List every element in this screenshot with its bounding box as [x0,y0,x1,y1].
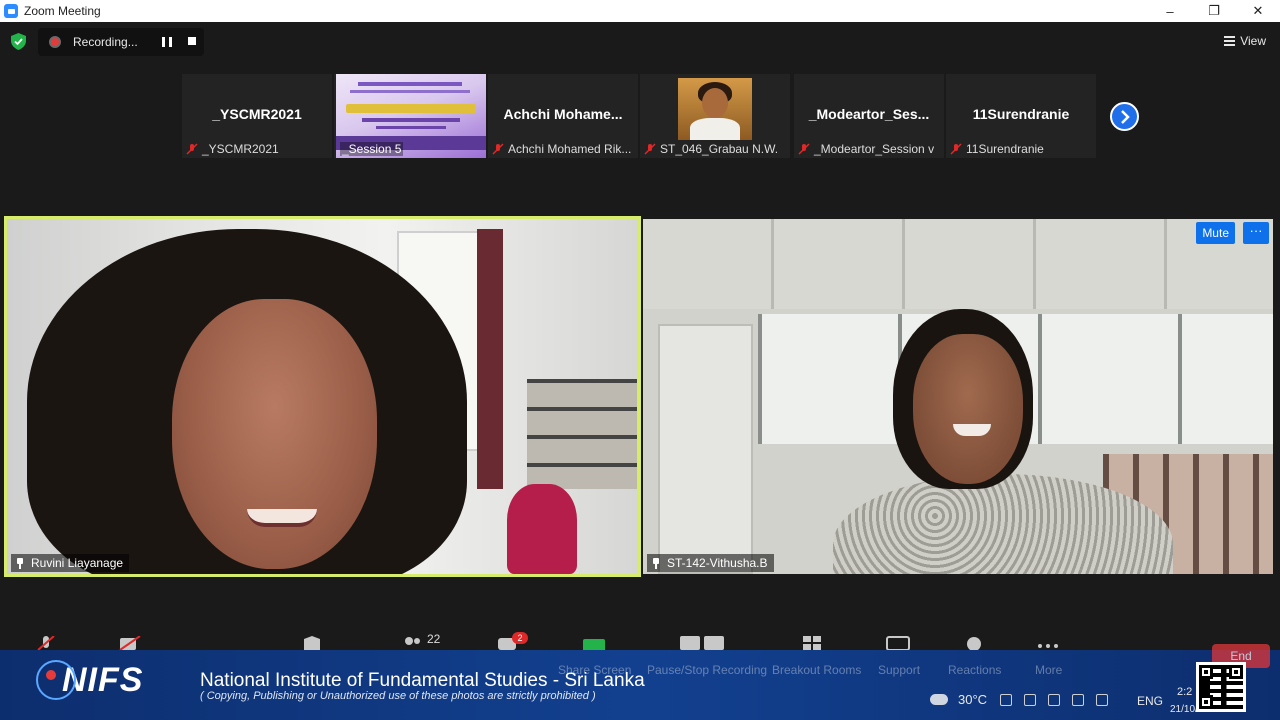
banner-subtitle: ( Copying, Publishing or Unauthorized us… [200,690,596,702]
zoom-app-icon [4,4,18,18]
window-title: Zoom Meeting [24,4,101,18]
system-tray-icons [1000,694,1120,706]
support-label[interactable]: Support [878,663,920,677]
thumbnail-name-tag: _Session 5 [340,142,404,156]
video-tile-active-speaker[interactable]: Ruvini Liayanage [4,216,641,577]
taskbar-weather[interactable]: 30°C [930,692,987,707]
chevron-up-icon[interactable] [1000,694,1012,706]
thumbnail-session-5[interactable]: _Session 5 [334,74,486,158]
thumbnail-name-tag: _YSCMR2021 [186,142,279,156]
close-button[interactable]: ✕ [1236,0,1280,22]
mic-muted-icon [644,143,656,155]
restore-button[interactable]: ❐ [1192,0,1236,22]
chevron-right-icon [1120,109,1130,124]
recording-indicator: Recording... [38,28,204,56]
share-screen-label[interactable]: Share Screen [558,663,631,677]
security-icon[interactable] [304,636,320,650]
speaker-muted-icon[interactable] [1096,694,1108,706]
input-language[interactable]: ENG [1137,694,1163,708]
thumbnail-display-name: _Modeartor_Ses... [808,106,930,122]
view-button[interactable]: View [1224,34,1266,48]
pause-stop-recording-label[interactable]: Pause/Stop Recording [647,663,767,677]
thumbnail-name-tag: ST_046_Grabau N.W. [644,142,778,156]
thumbnail-name-tag: _Modeartor_Session v [798,142,934,156]
next-page-button[interactable] [1110,102,1139,131]
mic-muted-icon [186,143,198,155]
ceiling-panels [643,219,1273,309]
window-controls: – ❐ ✕ [1148,0,1280,22]
video-name-tag: ST-142-Vithusha.B [647,554,774,572]
participant-smile [247,509,317,527]
thumbnail-name-tag: 11Surendranie [950,142,1044,156]
breakout-rooms-label[interactable]: Breakout Rooms [772,663,861,677]
watermark-banner: NIFS National Institute of Fundamental S… [0,644,1280,720]
support-icon[interactable] [886,636,910,650]
taskbar-time[interactable]: 2:2 [1177,686,1192,698]
thumbnail-surendranie[interactable]: 11Surendranie 11Surendranie [946,74,1096,158]
thumbnail-display-name: Achchi Mohame... [503,106,623,122]
thumbnail-name-tag: Achchi Mohamed Rik... [492,142,631,156]
title-bar: Zoom Meeting – ❐ ✕ [0,0,1280,22]
cloud-icon [930,694,948,705]
mic-muted-icon [798,143,810,155]
participants-icon[interactable] [402,636,422,650]
view-label: View [1240,34,1266,48]
meeting-top-bar: Recording... View [0,22,1280,62]
pin-icon [651,557,661,569]
microphone-muted-icon[interactable] [36,636,56,650]
participant-face [913,334,1023,484]
thumbnail-display-name: _YSCMR2021 [212,106,302,122]
chair [507,484,577,574]
stop-recording-icon[interactable] [188,37,196,45]
wifi-icon[interactable] [1072,694,1084,706]
recording-label: Recording... [73,35,138,49]
more-icon[interactable] [1036,636,1060,650]
video-name-tag: Ruvini Liayanage [11,554,130,572]
video-tile-participant[interactable]: Mute ··· ST-142-Vithusha.B [643,219,1273,574]
pause-recording-icon[interactable] [680,636,700,650]
pin-icon [15,557,25,569]
pause-recording-icon[interactable] [162,37,172,47]
reactions-icon[interactable] [964,636,984,650]
participant-photo [678,78,752,140]
thumbnail-moderator[interactable]: _Modeartor_Ses... _Modeartor_Session v [794,74,944,158]
thumbnail-yscmr2021[interactable]: _YSCMR2021 _YSCMR2021 [182,74,332,158]
app-tray-icon[interactable] [1048,694,1060,706]
security-shield-icon[interactable] [11,33,26,50]
thumbnail-display-name: 11Surendranie [972,106,1070,122]
breakout-rooms-icon[interactable] [802,636,822,650]
mute-participant-button[interactable]: Mute [1196,222,1235,244]
shelf [527,379,637,489]
mic-muted-icon [492,143,504,155]
reactions-label[interactable]: Reactions [948,663,1001,677]
mic-tray-icon[interactable] [1024,694,1036,706]
zoom-meeting-window: Zoom Meeting – ❐ ✕ Recording... View _YS… [0,0,1280,720]
more-label[interactable]: More [1035,663,1062,677]
more-options-button[interactable]: ··· [1243,222,1269,244]
video-off-icon[interactable] [118,636,144,650]
nifs-logo: NIFS [36,660,143,700]
minimize-button[interactable]: – [1148,0,1192,22]
room-door [658,324,753,574]
thumbnail-grabau[interactable]: ST_046_Grabau N.W. [640,74,790,158]
view-grid-icon [1224,36,1236,46]
conference-poster-image: _Session 5 [336,74,486,158]
participants-count: 22 [427,632,441,646]
meeting-controls-toolbar: 22 2 [0,626,1280,651]
participant-smile [953,424,991,436]
qr-code-image [1196,662,1246,712]
mic-muted-icon [950,143,962,155]
recording-dot-icon [49,36,61,48]
chat-unread-badge: 2 [512,632,528,644]
curtain [477,229,503,489]
thumbnail-achchi-mohamed[interactable]: Achchi Mohame... Achchi Mohamed Rik... [488,74,638,158]
stop-recording-icon[interactable] [704,636,724,650]
atom-logo-icon [36,660,76,700]
participant-face [172,299,377,569]
